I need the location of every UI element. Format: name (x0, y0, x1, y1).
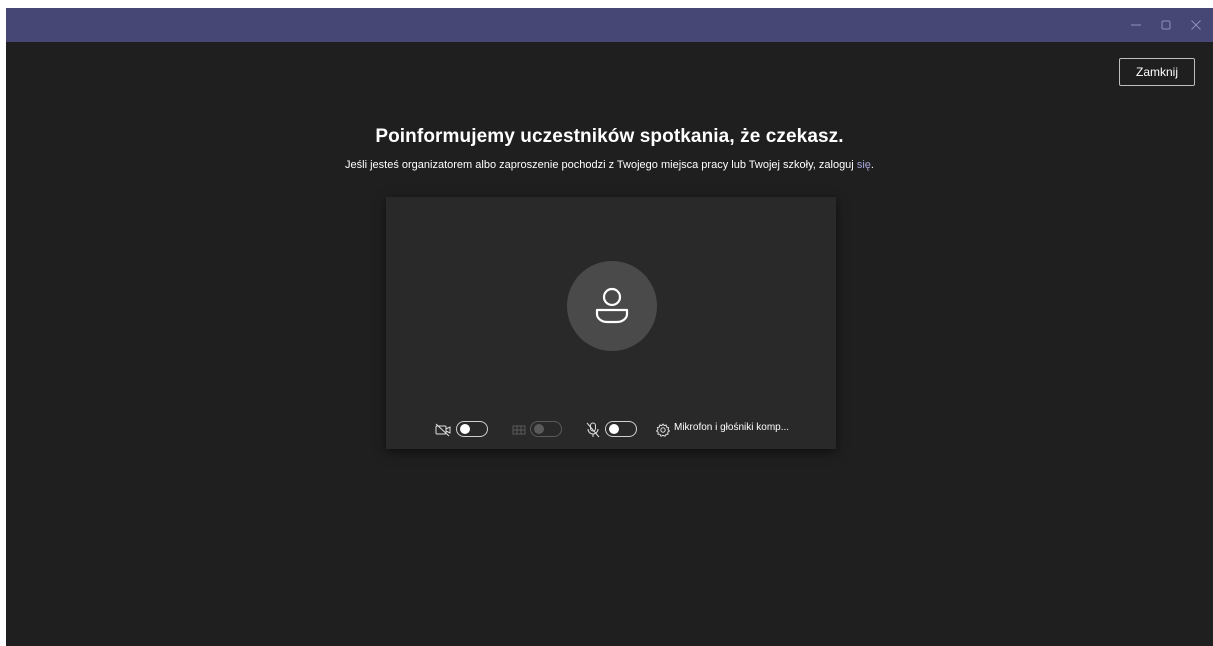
device-controls: Mikrofon i głośniki komp... (386, 419, 836, 441)
maximize-icon[interactable] (1151, 8, 1181, 42)
sign-in-link[interactable]: się (857, 159, 871, 171)
meeting-window: Zamknij Poinformujemy uczestników spotka… (6, 8, 1213, 646)
minimize-icon[interactable] (1121, 8, 1151, 42)
background-effects-icon (510, 421, 528, 439)
close-icon[interactable] (1181, 8, 1211, 42)
gear-icon[interactable] (654, 421, 672, 439)
close-button[interactable]: Zamknij (1119, 58, 1195, 86)
microphone-toggle[interactable] (605, 421, 637, 437)
camera-off-icon (434, 421, 452, 439)
camera-toggle[interactable] (456, 421, 488, 437)
video-preview: Mikrofon i głośniki komp... (386, 197, 836, 449)
background-effects-toggle (530, 421, 562, 437)
sign-in-hint-text: Jeśli jesteś organizatorem albo zaprosze… (345, 159, 857, 171)
page-title: Poinformujemy uczestników spotkania, że … (375, 126, 844, 147)
audio-device-label[interactable]: Mikrofon i głośniki komp... (674, 422, 789, 433)
title-bar (6, 8, 1213, 42)
avatar (567, 261, 657, 351)
sign-in-hint: Jeśli jesteś organizatorem albo zaprosze… (6, 159, 1213, 171)
person-icon (592, 284, 632, 328)
mic-off-icon (584, 421, 602, 439)
sign-in-hint-suffix: . (870, 159, 874, 171)
